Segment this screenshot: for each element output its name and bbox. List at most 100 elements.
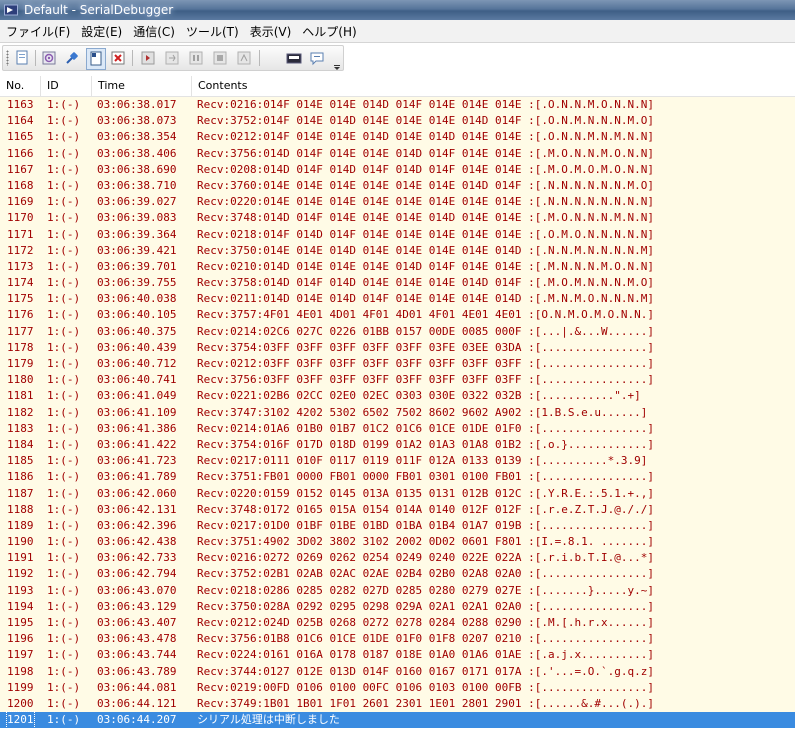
cell-no: 1187 (7, 486, 34, 500)
toolbar-overflow-chevron-icon[interactable] (333, 56, 341, 70)
cell-contents: Recv:0219:00FD 0106 0100 00FC 0106 0103 … (197, 680, 654, 694)
table-row[interactable]: 1178 1:(-) 03:06:40.439 Recv:3754:03FF 03FF… (0, 339, 795, 356)
menu-view[interactable]: 表示(V) (244, 23, 297, 40)
table-row[interactable]: 1175 1:(-) 03:06:40.038 Recv:0211:014D 014E… (0, 291, 795, 308)
cell-no: 1195 (7, 616, 34, 629)
menu-tools[interactable]: ツール(T) (180, 23, 244, 40)
document-pressed-icon[interactable] (86, 48, 106, 70)
table-row[interactable]: 1198 1:(-) 03:06:43.789 Recv:3744:0127 012E… (0, 663, 795, 680)
table-row[interactable]: 1172 1:(-) 03:06:39.421 Recv:3750:014E 014E… (0, 242, 795, 259)
cell-no: 1176 (7, 308, 34, 322)
table-row[interactable]: 1167 1:(-) 03:06:38.690 Recv:0208:014D 014F… (0, 161, 795, 178)
cell-contents: Recv:3749:1B01 1B01 1F01 2601 2301 1E01 … (197, 696, 654, 710)
table-row[interactable]: 1184 1:(-) 03:06:41.422 Recv:3754:016F 017D… (0, 436, 795, 454)
stop-icon[interactable] (211, 49, 229, 67)
column-header-id[interactable]: ID (41, 76, 92, 96)
cell-time: 03:06:41.723 (97, 454, 177, 468)
table-row[interactable]: 1179 1:(-) 03:06:40.712 Recv:0212:03FF 03FF… (0, 356, 795, 373)
step-icon[interactable] (163, 49, 181, 67)
cell-time: 03:06:42.794 (97, 567, 177, 581)
cell-no: 1194 (7, 599, 34, 613)
cell-contents: Recv:3752:014F 014E 014D 014E 014E 014E … (197, 114, 654, 128)
new-document-icon[interactable] (13, 49, 31, 67)
table-row[interactable]: 1185 1:(-) 03:06:41.723 Recv:0217:0111 010F… (0, 453, 795, 470)
table-row[interactable]: 1170 1:(-) 03:06:39.083 Recv:3748:014D 014F… (0, 210, 795, 227)
table-row[interactable]: 1164 1:(-) 03:06:38.073 Recv:3752:014F 014E… (0, 113, 795, 130)
pause-icon[interactable] (187, 49, 205, 67)
send-icon[interactable] (139, 49, 157, 67)
toolbar-grip[interactable] (6, 50, 9, 66)
cell-id: 1:(-) (47, 130, 81, 144)
table-row[interactable]: 1191 1:(-) 03:06:42.733 Recv:0216:0272 0269… (0, 550, 795, 567)
cell-time: 03:06:39.421 (97, 243, 177, 257)
cell-no: 1172 (7, 243, 34, 257)
column-header-contents[interactable]: Contents (192, 76, 794, 96)
cell-no: 1188 (7, 502, 34, 516)
column-header-time[interactable]: Time (92, 76, 192, 96)
cell-contents: Recv:0218:0286 0285 0282 027D 0285 0280 … (197, 583, 654, 597)
message-icon[interactable] (308, 49, 326, 67)
table-row[interactable]: 1197 1:(-) 03:06:43.744 Recv:0224:0161 016A… (0, 647, 795, 664)
column-header-no[interactable]: No. (0, 76, 41, 96)
cell-id: 1:(-) (47, 324, 81, 338)
menu-file[interactable]: ファイル(F) (0, 23, 75, 40)
table-row[interactable]: 1176 1:(-) 03:06:40.105 Recv:3757:4F01 4E01… (0, 307, 795, 324)
table-row[interactable]: 1163 1:(-) 03:06:38.017 Recv:0216:014F 014E… (0, 97, 795, 114)
cell-no: 1173 (7, 259, 34, 273)
cell-time: 03:06:40.105 (97, 308, 177, 322)
cell-no: 1168 (7, 178, 34, 192)
table-row[interactable]: 1187 1:(-) 03:06:42.060 Recv:0220:0159 0152… (0, 485, 795, 502)
cell-id: 1:(-) (47, 211, 81, 225)
table-row[interactable]: 1182 1:(-) 03:06:41.109 Recv:3747:3102 4202… (0, 404, 795, 421)
table-row[interactable]: 1183 1:(-) 03:06:41.386 Recv:0214:01A6 01B0… (0, 420, 795, 437)
connect-plug-icon[interactable] (63, 49, 81, 67)
table-row[interactable]: 1199 1:(-) 03:06:44.081 Recv:0219:00FD 0106… (0, 679, 795, 696)
table-row[interactable]: 1196 1:(-) 03:06:43.478 Recv:3756:01B8 01C6… (0, 631, 795, 648)
cell-time: 03:06:43.070 (97, 583, 177, 597)
cell-time: 03:06:43.744 (97, 648, 177, 662)
cell-id: 1:(-) (47, 276, 81, 290)
table-row[interactable]: 1165 1:(-) 03:06:38.354 Recv:0212:014F 014E… (0, 129, 795, 146)
log-list-view[interactable]: No. ID Time Contents 1163 1:(-) 03:06:38.0… (0, 72, 795, 734)
table-row[interactable]: 1200 1:(-) 03:06:44.121 Recv:3749:1B01 1B01… (0, 695, 795, 713)
table-row[interactable]: 1180 1:(-) 03:06:40.741 Recv:3756:03FF 03FF… (0, 372, 795, 389)
table-row[interactable]: 1189 1:(-) 03:06:42.396 Recv:0217:01D0 01BF… (0, 517, 795, 535)
cell-no: 1199 (7, 680, 34, 694)
table-row[interactable]: 1188 1:(-) 03:06:42.131 Recv:3748:0172 0165… (0, 501, 795, 518)
cell-contents: Recv:3754:016F 017D 018D 0199 01A2 01A3 … (197, 437, 654, 451)
table-row[interactable]: 1174 1:(-) 03:06:39.755 Recv:3758:014D 014F… (0, 275, 795, 292)
table-row[interactable]: 1168 1:(-) 03:06:38.710 Recv:3760:014E 014E… (0, 177, 795, 195)
table-row[interactable]: 1173 1:(-) 03:06:39.701 Recv:0210:014D 014E… (0, 258, 795, 276)
settings-gear-icon[interactable] (40, 49, 58, 67)
table-row[interactable]: 1194 1:(-) 03:06:43.129 Recv:3750:028A 0292… (0, 598, 795, 615)
table-row[interactable]: 1177 1:(-) 03:06:40.375 Recv:0214:02C6 027C… (0, 323, 795, 340)
cell-time: 03:06:38.690 (97, 162, 177, 176)
cell-time: 03:06:42.131 (97, 502, 177, 516)
cell-time: 03:06:44.121 (97, 696, 177, 710)
menu-settings[interactable]: 設定(E) (75, 23, 127, 40)
capture-icon[interactable] (285, 49, 303, 67)
table-row[interactable]: 1181 1:(-) 03:06:41.049 Recv:0221:02B6 02CC… (0, 388, 795, 405)
record-icon[interactable] (235, 49, 253, 67)
cell-no: 1167 (7, 162, 34, 176)
cell-no: 1174 (7, 276, 34, 290)
cell-id: 1:(-) (47, 437, 81, 451)
cell-time: 03:06:39.701 (97, 259, 177, 273)
table-row[interactable]: 1169 1:(-) 03:06:39.027 Recv:0220:014E 014E… (0, 194, 795, 211)
table-row[interactable]: 1171 1:(-) 03:06:39.364 Recv:0218:014F 014D… (0, 226, 795, 243)
table-row[interactable]: 1192 1:(-) 03:06:42.794 Recv:3752:02B1 02AB… (0, 566, 795, 583)
table-row[interactable]: 1166 1:(-) 03:06:38.406 Recv:3756:014D 014F… (0, 145, 795, 162)
menu-communication[interactable]: 通信(C) (127, 23, 180, 40)
cell-time: 03:06:38.073 (97, 114, 177, 128)
close-red-x-icon[interactable] (109, 49, 127, 67)
table-row[interactable]: 1201 1:(-) 03:06:44.207 シリアル処理は中断しました (0, 711, 795, 730)
menu-help[interactable]: ヘルプ(H) (296, 23, 361, 40)
window-title: Default - SerialDebugger (24, 3, 174, 17)
cell-id: 1:(-) (47, 664, 81, 678)
table-row[interactable]: 1195 1:(-) 03:06:43.407 Recv:0212:024D 025B… (0, 615, 795, 632)
table-row[interactable]: 1193 1:(-) 03:06:43.070 Recv:0218:0286 0285… (0, 582, 795, 599)
cell-id: 1:(-) (47, 502, 81, 516)
table-row[interactable]: 1186 1:(-) 03:06:41.789 Recv:3751:FB01 0000… (0, 469, 795, 486)
cell-contents: Recv:3751:4902 3D02 3802 3102 2002 0D02 … (197, 535, 654, 549)
table-row[interactable]: 1190 1:(-) 03:06:42.438 Recv:3751:4902 3D02… (0, 534, 795, 551)
